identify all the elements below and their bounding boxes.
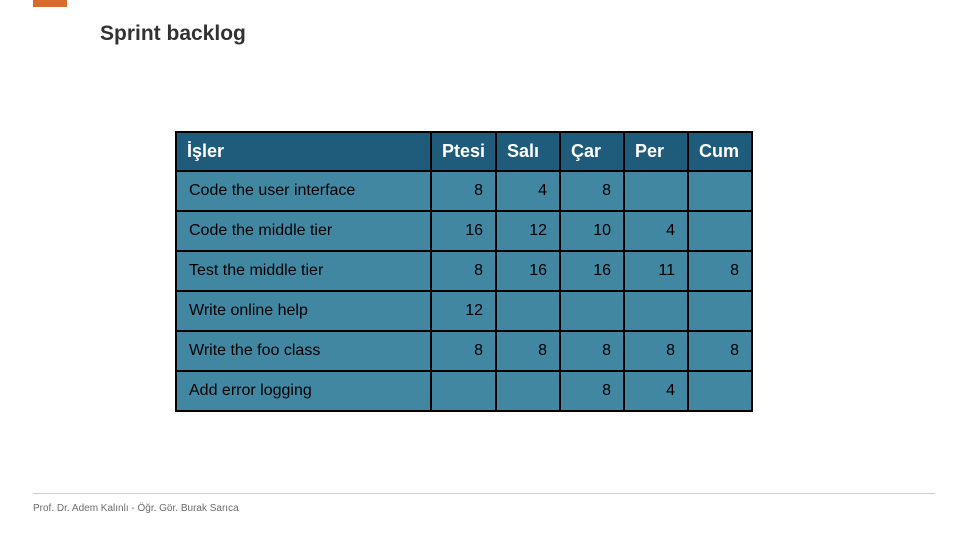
value-cell: 8: [431, 331, 496, 371]
backlog-table: İşler Ptesi Salı Çar Per Cum Code the us…: [175, 131, 753, 412]
value-cell: [688, 371, 752, 411]
value-cell: 8: [560, 331, 624, 371]
value-cell: 4: [624, 211, 688, 251]
task-cell: Test the middle tier: [176, 251, 431, 291]
value-cell: 11: [624, 251, 688, 291]
col-header-thu: Per: [624, 132, 688, 171]
accent-bar: [33, 0, 67, 7]
table-row: Code the middle tier 16 12 10 4: [176, 211, 752, 251]
value-cell: [688, 291, 752, 331]
value-cell: [496, 371, 560, 411]
col-header-task: İşler: [176, 132, 431, 171]
value-cell: [624, 291, 688, 331]
value-cell: [560, 291, 624, 331]
table-row: Add error logging 8 4: [176, 371, 752, 411]
value-cell: 16: [431, 211, 496, 251]
value-cell: 12: [431, 291, 496, 331]
value-cell: 8: [688, 251, 752, 291]
table-row: Write the foo class 8 8 8 8 8: [176, 331, 752, 371]
value-cell: [624, 171, 688, 211]
slide: Sprint backlog İşler Ptesi Salı Çar Per …: [0, 0, 960, 540]
col-header-wed: Çar: [560, 132, 624, 171]
value-cell: [688, 171, 752, 211]
value-cell: 16: [560, 251, 624, 291]
value-cell: 12: [496, 211, 560, 251]
task-cell: Write the foo class: [176, 331, 431, 371]
value-cell: [688, 211, 752, 251]
value-cell: 8: [560, 171, 624, 211]
table-row: Code the user interface 8 4 8: [176, 171, 752, 211]
footer-divider: [33, 493, 935, 494]
task-cell: Code the middle tier: [176, 211, 431, 251]
value-cell: [496, 291, 560, 331]
table-row: Test the middle tier 8 16 16 11 8: [176, 251, 752, 291]
page-title: Sprint backlog: [100, 22, 246, 46]
value-cell: 10: [560, 211, 624, 251]
value-cell: 8: [496, 331, 560, 371]
col-header-mon: Ptesi: [431, 132, 496, 171]
value-cell: 4: [496, 171, 560, 211]
value-cell: 4: [624, 371, 688, 411]
col-header-tue: Salı: [496, 132, 560, 171]
value-cell: [431, 371, 496, 411]
value-cell: 8: [560, 371, 624, 411]
col-header-fri: Cum: [688, 132, 752, 171]
value-cell: 8: [624, 331, 688, 371]
footer-text: Prof. Dr. Adem Kalınlı - Öğr. Gör. Burak…: [33, 503, 239, 514]
table-row: Write online help 12: [176, 291, 752, 331]
value-cell: 8: [431, 251, 496, 291]
table-header-row: İşler Ptesi Salı Çar Per Cum: [176, 132, 752, 171]
value-cell: 16: [496, 251, 560, 291]
task-cell: Add error logging: [176, 371, 431, 411]
task-cell: Write online help: [176, 291, 431, 331]
value-cell: 8: [688, 331, 752, 371]
task-cell: Code the user interface: [176, 171, 431, 211]
backlog-table-wrap: İşler Ptesi Salı Çar Per Cum Code the us…: [175, 131, 753, 412]
value-cell: 8: [431, 171, 496, 211]
